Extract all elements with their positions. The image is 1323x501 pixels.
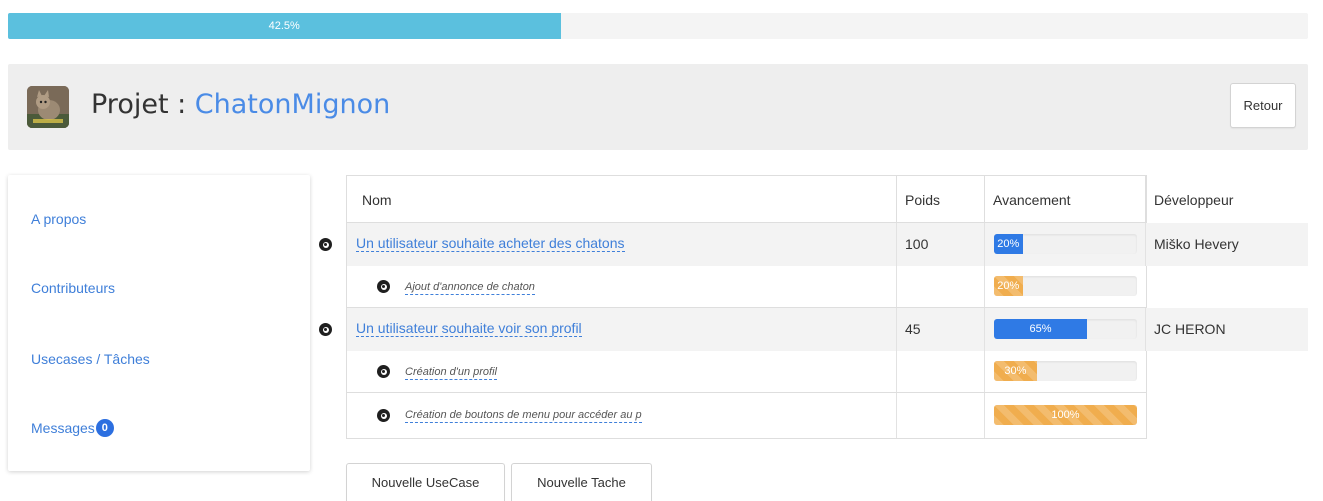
progress-label: 65% — [1029, 323, 1052, 335]
usecase-developer: JC HERON — [1154, 321, 1226, 337]
sidebar-item-messages[interactable]: Messages 0 — [31, 419, 114, 437]
task-progress-bar: 30% — [994, 361, 1137, 381]
usecase-progress-fill: 65% — [994, 319, 1087, 339]
project-header: Projet : ChatonMignon Retour — [8, 64, 1308, 150]
expand-toggle-icon[interactable] — [319, 238, 332, 251]
sidebar-item-label: Contributeurs — [31, 280, 116, 296]
sidebar-item-about[interactable]: A propos — [31, 211, 86, 227]
usecase-progress-fill: 20% — [994, 234, 1023, 254]
expand-toggle-icon[interactable] — [377, 409, 390, 422]
task-name-link[interactable]: Création d'un profil — [405, 365, 497, 380]
sidebar-item-usecases[interactable]: Usecases / Tâches — [31, 351, 150, 367]
progress-label: 20% — [997, 238, 1020, 250]
overall-progress-label: 42.5% — [268, 20, 300, 32]
progress-label: 30% — [1004, 365, 1027, 377]
usecase-progress-bar: 65% — [994, 319, 1137, 339]
sidebar-item-label: A propos — [31, 211, 87, 227]
new-task-button[interactable]: Nouvelle Tache — [511, 463, 652, 501]
progress-label: 100% — [1051, 409, 1080, 421]
usecase-progress-bar: 20% — [994, 234, 1137, 254]
back-button[interactable]: Retour — [1230, 83, 1296, 128]
usecase-weight: 45 — [905, 321, 921, 337]
usecase-developer: Miško Hevery — [1154, 236, 1239, 252]
table-header: Nom Poids Avancement Développeur — [346, 175, 1233, 223]
column-header-name: Nom — [362, 192, 392, 208]
project-name: ChatonMignon — [194, 89, 391, 120]
column-header-progress: Avancement — [993, 192, 1071, 208]
usecase-row: Un utilisateur souhaite acheter des chat… — [319, 223, 1308, 266]
new-usecase-button[interactable]: Nouvelle UseCase — [346, 463, 505, 501]
usecase-name-link[interactable]: Un utilisateur souhaite voir son profil — [356, 320, 582, 337]
task-row: Création d'un profil 30% — [346, 351, 1147, 393]
page-title-prefix: Projet : — [91, 89, 195, 120]
usecase-weight: 100 — [905, 236, 929, 252]
task-progress-fill: 20% — [994, 276, 1023, 296]
task-progress-fill: 30% — [994, 361, 1037, 381]
expand-toggle-icon[interactable] — [319, 323, 332, 336]
column-header-developer: Développeur — [1154, 192, 1234, 208]
task-progress-bar: 20% — [994, 276, 1137, 296]
expand-toggle-icon[interactable] — [377, 280, 390, 293]
page-title: Projet : ChatonMignon — [91, 89, 390, 120]
usecase-name-link[interactable]: Un utilisateur souhaite acheter des chat… — [356, 235, 625, 252]
expand-toggle-icon[interactable] — [377, 365, 390, 378]
sidebar-item-label: Messages — [31, 420, 95, 436]
usecase-row: Un utilisateur souhaite voir son profil … — [319, 308, 1308, 351]
task-name-link[interactable]: Création de boutons de menu pour accéder… — [405, 408, 642, 423]
overall-progress-fill: 42.5% — [8, 13, 561, 39]
task-row: Création de boutons de menu pour accéder… — [346, 393, 1147, 439]
task-progress-fill: 100% — [994, 405, 1137, 425]
progress-label: 20% — [997, 280, 1020, 292]
task-progress-bar: 100% — [994, 405, 1137, 425]
sidebar-item-contributors[interactable]: Contributeurs — [31, 280, 115, 296]
messages-count-badge: 0 — [95, 419, 114, 437]
column-header-weight: Poids — [905, 192, 941, 208]
task-row: Ajout d'annonce de chaton 20% — [346, 266, 1147, 308]
project-avatar — [27, 86, 69, 128]
sidebar: A propos Contributeurs Usecases / Tâches… — [8, 175, 310, 471]
sidebar-item-label: Usecases / Tâches — [31, 351, 150, 367]
overall-progress-bar: 42.5% — [8, 13, 1308, 39]
task-name-link[interactable]: Ajout d'annonce de chaton — [405, 280, 535, 295]
